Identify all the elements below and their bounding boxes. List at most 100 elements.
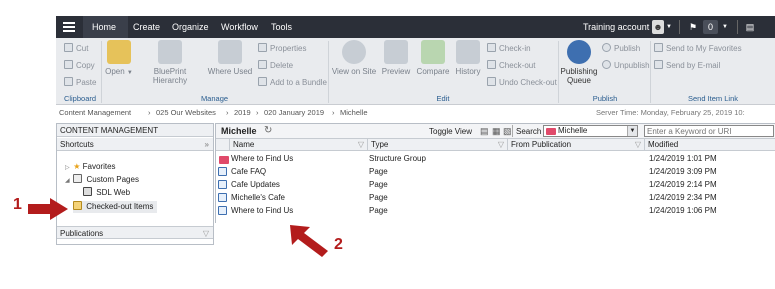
blueprint-hierarchy-button[interactable]: BluePrint Hierarchy <box>136 40 204 85</box>
email-icon <box>654 60 663 69</box>
page-icon <box>218 205 229 218</box>
flag-icon[interactable]: ⚑ <box>687 20 699 34</box>
compare-label: Compare <box>416 67 450 76</box>
delete-icon <box>258 60 267 69</box>
menu-workflow[interactable]: Workflow <box>221 16 258 38</box>
breadcrumb-item[interactable]: 2019 <box>234 108 251 117</box>
view-on-site-button[interactable]: View on Site <box>330 40 378 76</box>
filter-icon[interactable]: ▽ <box>635 139 641 151</box>
check-out-button[interactable]: Check-out <box>487 59 535 72</box>
table-row[interactable]: Cafe FAQ Page 1/24/2019 3:09 PM <box>216 165 775 178</box>
copy-button[interactable]: Copy <box>64 59 95 72</box>
table-row[interactable]: Michelle's Cafe Page 1/24/2019 2:34 PM <box>216 191 775 204</box>
lock-icon <box>487 43 496 52</box>
preview-button[interactable]: Preview <box>379 40 413 76</box>
menu-home[interactable]: Home <box>83 16 128 38</box>
unlock-icon <box>487 60 496 69</box>
compare-icon <box>421 40 445 64</box>
chevron-down-icon[interactable]: ▼ <box>721 20 729 34</box>
toggle-view-label[interactable]: Toggle View <box>429 127 472 136</box>
where-used-icon <box>218 40 242 64</box>
menu-tools[interactable]: Tools <box>271 16 292 38</box>
column-header-type[interactable]: Type ▽ <box>368 139 508 151</box>
breadcrumb-item[interactable]: Michelle <box>340 108 368 117</box>
globe-icon <box>342 40 366 64</box>
collapse-icon[interactable]: ◢ <box>65 175 71 187</box>
tree-item-custom-pages[interactable]: ◢ Custom Pages <box>65 174 139 186</box>
breadcrumb-separator: › <box>226 108 229 117</box>
search-input[interactable] <box>644 125 774 137</box>
column-header-from-publication[interactable]: From Publication ▽ <box>508 139 645 151</box>
column-header-name[interactable]: Name ▽ <box>230 139 368 151</box>
ribbon-toolbar: Cut Copy Paste Clipboard Open ▼ BluePrin… <box>56 38 775 105</box>
column-headers: Name ▽ Type ▽ From Publication ▽ Modifie… <box>216 139 775 151</box>
cut-button[interactable]: Cut <box>64 42 88 55</box>
column-header-modified[interactable]: Modified <box>645 139 775 151</box>
row-type: Page <box>369 193 388 202</box>
group-label-publish: Publish <box>592 94 618 103</box>
tree-item-sdl-web[interactable]: SDL Web <box>83 187 130 199</box>
custom-pages-icon <box>73 174 83 183</box>
chevron-down-icon[interactable]: ▼ <box>665 20 673 34</box>
unpublish-button[interactable]: Unpublish <box>602 59 650 72</box>
send-by-email-button[interactable]: Send by E-mail <box>654 59 720 72</box>
menu-organize[interactable]: Organize <box>172 16 209 38</box>
compare-button[interactable]: Compare <box>415 40 451 76</box>
search-scope-dropdown[interactable]: Michelle ▼ <box>543 125 638 137</box>
filter-icon[interactable]: ▽ <box>498 139 504 151</box>
send-to-favorites-button[interactable]: Send to My Favorites <box>654 42 742 55</box>
filter-icon[interactable]: ▽ <box>203 227 209 240</box>
breadcrumb-item[interactable]: 025 Our Websites <box>156 108 216 117</box>
table-row[interactable]: Cafe Updates Page 1/24/2019 2:14 PM <box>216 178 775 191</box>
annotation-arrow-right-icon <box>28 198 68 220</box>
paste-button[interactable]: Paste <box>64 76 96 89</box>
collapse-icon[interactable]: » <box>205 138 209 151</box>
tree-item-favorites[interactable]: ▷ ★ Favorites <box>65 161 116 173</box>
annotation-arrow-up-left-icon <box>290 225 328 257</box>
hamburger-menu-icon[interactable] <box>56 16 83 38</box>
breadcrumb-item[interactable]: Content Management <box>59 108 131 117</box>
tree-item-checked-out-items[interactable]: Checked-out Items <box>73 201 158 213</box>
list-view-icon[interactable]: ▤ <box>480 126 489 137</box>
breadcrumb-item[interactable]: 020 January 2019 <box>264 108 324 117</box>
scissors-icon <box>64 43 73 52</box>
notification-count-badge[interactable]: 0 <box>703 20 718 34</box>
table-row[interactable]: Where to Find Us Page 1/24/2019 1:06 PM <box>216 204 775 217</box>
cut-label: Cut <box>76 44 89 53</box>
search-scope-value: Michelle <box>558 126 588 135</box>
open-button[interactable]: Open ▼ <box>104 40 134 76</box>
publishing-queue-button[interactable]: Publishing Queue <box>560 40 598 85</box>
row-type: Page <box>369 167 388 176</box>
clipboard-icon[interactable]: ▤ <box>744 20 756 34</box>
filter-icon[interactable]: ▽ <box>358 139 364 151</box>
menu-create[interactable]: Create <box>133 16 160 38</box>
group-label-manage: Manage <box>200 94 229 103</box>
properties-label: Properties <box>270 44 307 53</box>
history-button[interactable]: History <box>453 40 483 76</box>
table-row[interactable]: Where to Find Us Structure Group 1/24/20… <box>216 152 775 165</box>
where-used-button[interactable]: Where Used <box>206 40 254 76</box>
tree-label: SDL Web <box>96 188 131 197</box>
properties-button[interactable]: Properties <box>258 42 306 55</box>
delete-button[interactable]: Delete <box>258 59 293 72</box>
grid-view-icon[interactable]: ▦ <box>492 126 501 137</box>
tile-view-icon[interactable]: ▧ <box>503 126 512 137</box>
shortcuts-label: Shortcuts <box>60 140 94 149</box>
row-type: Structure Group <box>369 154 426 163</box>
folder-icon <box>546 128 556 135</box>
unpublish-label: Unpublish <box>614 61 650 70</box>
shortcuts-header[interactable]: Shortcuts » <box>57 138 213 151</box>
publish-button[interactable]: Publish <box>602 42 640 55</box>
check-in-button[interactable]: Check-in <box>487 42 531 55</box>
history-label: History <box>455 67 481 76</box>
publications-header[interactable]: Publications ▽ <box>57 226 213 239</box>
add-to-bundle-button[interactable]: Add to a Bundle <box>258 76 327 89</box>
undo-check-out-button[interactable]: Undo Check-out <box>487 76 557 89</box>
blueprint-label: BluePrint Hierarchy <box>152 67 188 85</box>
refresh-icon[interactable]: ↻ <box>264 125 272 136</box>
expand-icon[interactable]: ▷ <box>65 162 71 174</box>
account-name[interactable]: Training account <box>583 16 649 38</box>
chevron-down-icon[interactable]: ▼ <box>627 126 637 136</box>
user-avatar-icon[interactable]: ☻ <box>652 20 664 34</box>
column-label: Modified <box>648 140 679 149</box>
